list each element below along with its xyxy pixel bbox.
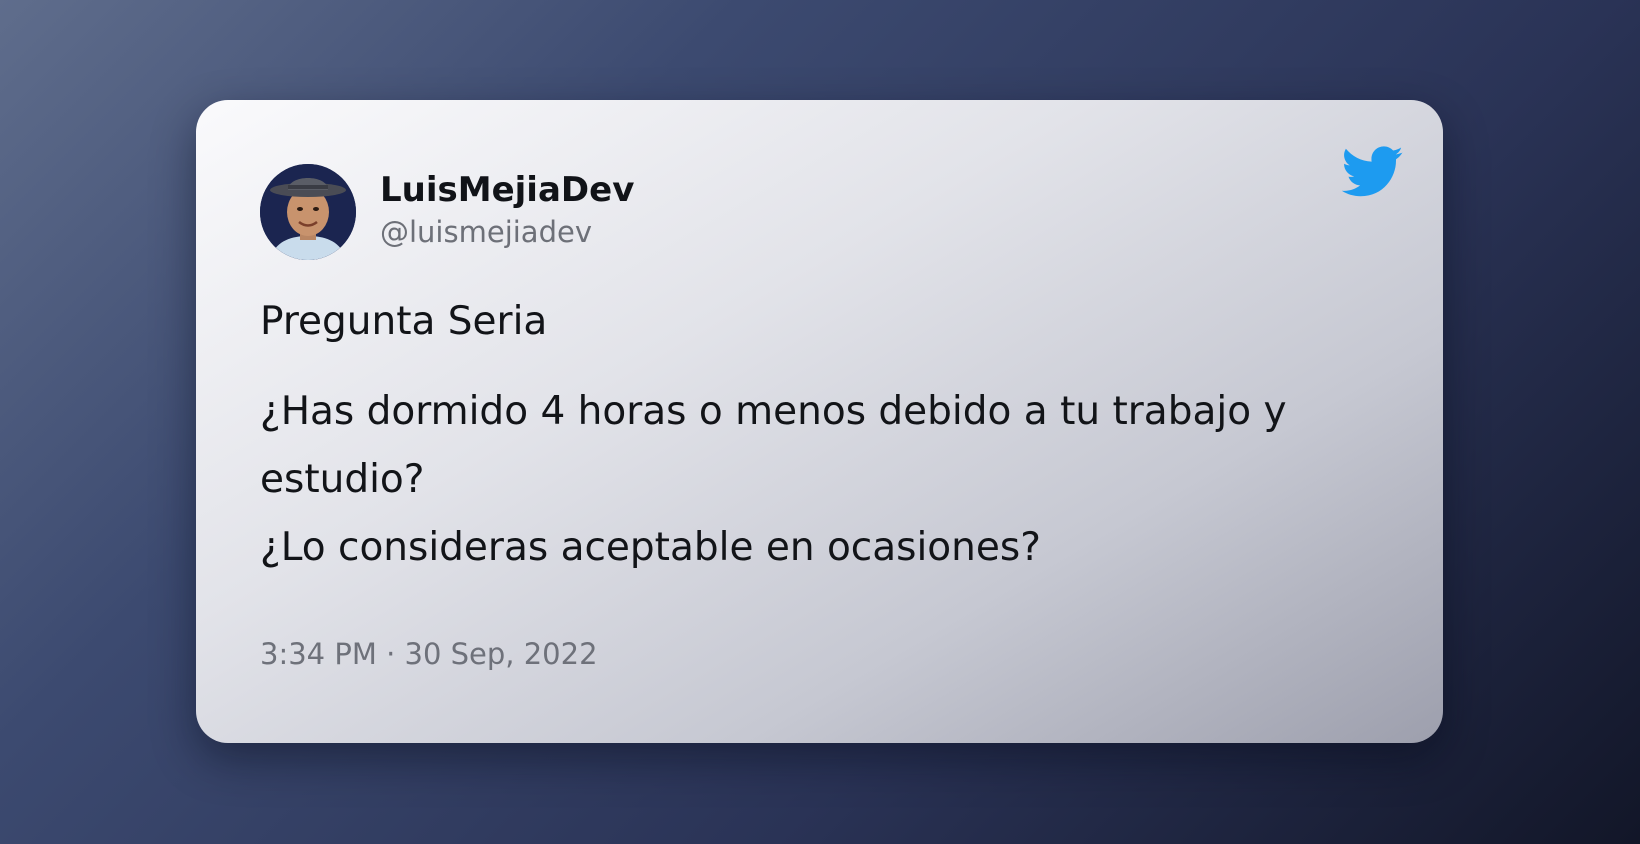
tweet-body: Pregunta Seria ¿Has dormido 4 horas o me… <box>260 288 1380 582</box>
tweet-title: Pregunta Seria <box>260 299 548 344</box>
tweet-question-1: ¿Has dormido 4 horas o menos debido a tu… <box>260 389 1287 502</box>
tweet-card: LuisMejiaDev @luismejiadev Pregunta Seri… <box>196 100 1443 743</box>
avatar[interactable] <box>260 164 356 260</box>
tweet-timestamp[interactable]: 3:34 PM · 30 Sep, 2022 <box>260 637 598 671</box>
author-display-name[interactable]: LuisMejiaDev <box>380 170 634 210</box>
author-handle[interactable]: @luismejiadev <box>380 215 592 249</box>
twitter-bird-icon <box>1341 146 1404 198</box>
tweet-question-2: ¿Lo consideras aceptable en ocasiones? <box>260 525 1041 570</box>
